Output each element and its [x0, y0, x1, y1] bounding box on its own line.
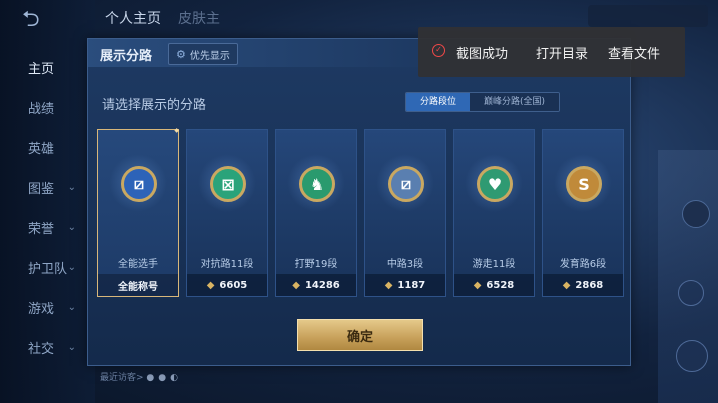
- side-round-icon[interactable]: [678, 280, 704, 306]
- lane-card-stat: ◆ 2868: [543, 274, 623, 296]
- back-arrow-icon[interactable]: ⮌: [22, 8, 66, 32]
- lane-card-stat: ◆ 6528: [454, 274, 534, 296]
- lane-card-name: 全能选手: [118, 259, 158, 270]
- lane-card[interactable]: ◆ ⧄ 全能选手全能称号: [97, 127, 179, 297]
- sidebar-item-label: 游戏: [28, 301, 55, 317]
- lane-emblem-icon: ⊠: [210, 166, 246, 202]
- sidebar-item[interactable]: 荣誉 ⌄: [0, 212, 90, 242]
- priority-display-button[interactable]: ⚙ 优先显示: [168, 43, 238, 65]
- selected-spark-icon: ◆: [174, 127, 179, 134]
- rank-points-icon: ◆: [206, 279, 215, 291]
- sidebar-item[interactable]: 战绩: [0, 92, 90, 122]
- lane-card-name: 发育路6段: [559, 259, 607, 270]
- toast-message: 截图成功: [456, 47, 509, 62]
- lane-card-stat-value: 6528: [486, 279, 515, 291]
- sidebar-item-label: 主页: [28, 61, 55, 77]
- lane-emblem-icon: S: [566, 166, 602, 202]
- lane-card[interactable]: ⊠ 对抗路11段 ◆ 6605: [186, 129, 268, 297]
- lane-card-name: 打野19段: [294, 259, 338, 270]
- chevron-down-icon: ⌄: [67, 261, 76, 273]
- lane-card[interactable]: ♞ 打野19段 ◆ 14286: [275, 129, 357, 297]
- view-file-link[interactable]: 查看文件: [608, 43, 660, 62]
- rank-points-icon: ◆: [473, 279, 482, 291]
- chevron-down-icon: ⌄: [67, 221, 76, 233]
- dialog-title: 展示分路: [100, 49, 153, 64]
- lane-card-name: 对抗路11段: [200, 259, 254, 270]
- sidebar-item-label: 英雄: [28, 141, 55, 157]
- confirm-button[interactable]: 确定: [297, 319, 423, 351]
- lane-emblem-icon: ⧄: [121, 166, 157, 202]
- sidebar-item[interactable]: 护卫队 ⌄: [0, 252, 90, 282]
- lane-card[interactable]: S 发育路6段 ◆ 2868: [542, 129, 624, 297]
- lane-emblem-icon: ♞: [299, 166, 335, 202]
- lane-card-stat: ◆ 1187: [365, 274, 445, 296]
- side-navigation: ⮌ 主页 战绩 英雄 图鉴 ⌄ 荣誉 ⌄ 护卫队 ⌄ 游戏 ⌄ 社交 ⌄: [0, 0, 95, 403]
- tab-lane-rank[interactable]: 分路段位: [406, 93, 471, 111]
- sidebar-item-label: 图鉴: [28, 181, 55, 197]
- right-decoration: [658, 150, 718, 403]
- tab-peak-lane[interactable]: 巅峰分路(全国): [470, 93, 560, 111]
- tab-profile[interactable]: 个人主页: [105, 8, 161, 28]
- sidebar-item[interactable]: 游戏 ⌄: [0, 292, 90, 322]
- recent-visitors[interactable]: 最近访客> ●●◐: [100, 370, 182, 383]
- sidebar-item-label: 荣誉: [28, 221, 55, 237]
- dialog-subtitle: 请选择展示的分路: [102, 98, 207, 113]
- sidebar-item-label: 战绩: [28, 101, 55, 117]
- sidebar-item-label: 护卫队: [28, 261, 68, 277]
- lane-card-stat: ◆ 6605: [187, 274, 267, 296]
- side-badge-icon[interactable]: [682, 200, 710, 228]
- lane-card-name: 中路3段: [386, 259, 424, 270]
- lane-card-stat-value: 1187: [397, 279, 426, 291]
- sidebar-item[interactable]: 社交 ⌄: [0, 332, 90, 362]
- lane-card[interactable]: ⧄ 中路3段 ◆ 1187: [364, 129, 446, 297]
- lane-card-stat: 全能称号: [98, 274, 178, 296]
- lane-card-stat-value: 2868: [575, 279, 604, 291]
- rank-points-icon: ◆: [292, 279, 300, 291]
- lane-card[interactable]: ♥ 游走11段 ◆ 6528: [453, 129, 535, 297]
- lane-card-stat: ◆ 14286: [276, 274, 356, 296]
- chevron-down-icon: ⌄: [67, 341, 76, 353]
- lane-card-stat-value: 6605: [219, 279, 248, 291]
- sidebar-item[interactable]: 图鉴 ⌄: [0, 172, 90, 202]
- lane-display-dialog: 展示分路 ⚙ 优先显示 请选择展示的分路 分路段位 巅峰分路(全国) ◆ ⧄ 全能选…: [87, 38, 631, 366]
- priority-display-label: 优先显示: [189, 50, 230, 62]
- recent-visitors-label: 最近访客>: [100, 373, 144, 383]
- lane-emblem-icon: ⧄: [388, 166, 424, 202]
- screenshot-toast: ✓ 截图成功 打开目录 查看文件: [418, 27, 685, 77]
- lane-card-stat-value: 14286: [304, 279, 340, 291]
- top-right-panel: [588, 5, 708, 27]
- lane-card-stat-value: 全能称号: [118, 281, 158, 293]
- hero-select-icon[interactable]: [676, 340, 708, 372]
- visitor-avatars-icon: ●●◐: [146, 373, 182, 383]
- sidebar-item[interactable]: 英雄: [0, 132, 90, 162]
- chevron-down-icon: ⌄: [67, 181, 76, 193]
- lane-emblem-icon: ♥: [477, 166, 513, 202]
- tab-skins[interactable]: 皮肤主: [178, 8, 220, 28]
- open-directory-link[interactable]: 打开目录: [536, 43, 588, 62]
- lane-card-name: 游走11段: [472, 259, 516, 270]
- success-check-icon: ✓: [432, 44, 445, 57]
- segment-control: 分路段位 巅峰分路(全国): [405, 92, 561, 112]
- sidebar-item-label: 社交: [28, 341, 55, 357]
- rank-points-icon: ◆: [384, 279, 393, 291]
- rank-points-icon: ◆: [562, 279, 571, 291]
- sidebar-item[interactable]: 主页: [0, 52, 90, 82]
- lane-card-list: ◆ ⧄ 全能选手全能称号 ⊠ 对抗路11段 ◆ 6605 ♞ 打野19段 ◆ 14286 ⧄ 中路3段 ◆…: [97, 127, 627, 299]
- chevron-down-icon: ⌄: [67, 301, 76, 313]
- gear-icon: ⚙: [176, 47, 186, 61]
